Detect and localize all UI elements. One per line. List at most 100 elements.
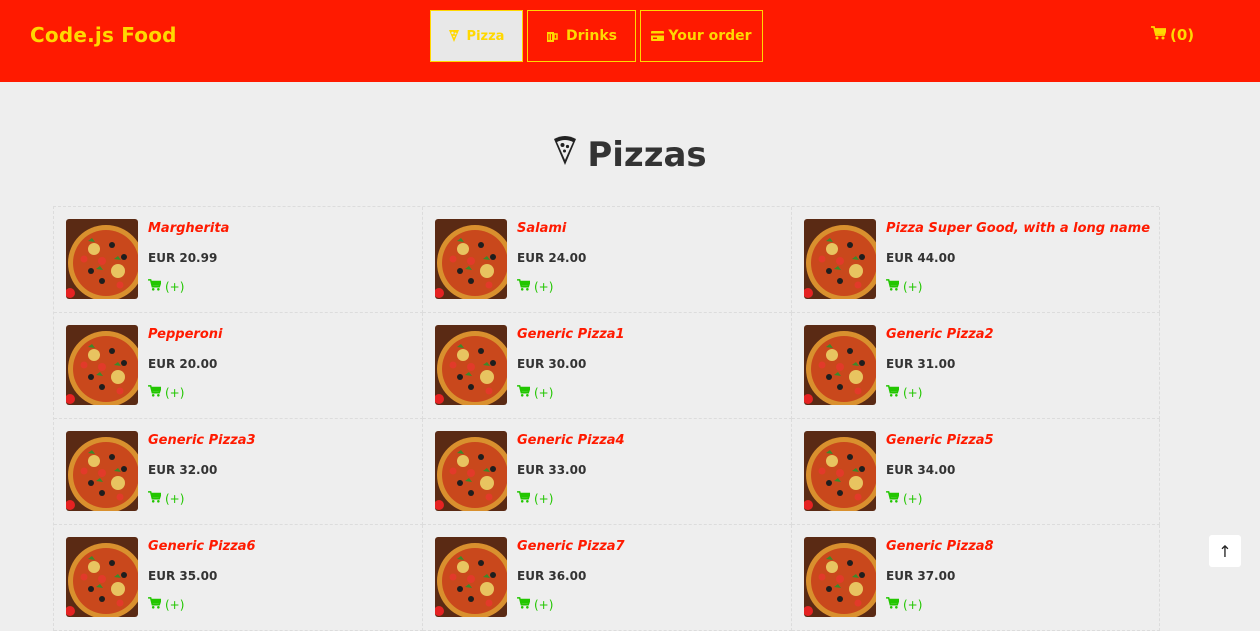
top-navbar: Code.js Food Pizza Drinks Your order (0): [0, 0, 1260, 82]
add-label: (+): [534, 385, 554, 400]
product-price: EUR 35.00: [148, 569, 218, 583]
product-name[interactable]: Generic Pizza3: [148, 433, 256, 448]
product-card: Pepperoni EUR 20.00 (+): [54, 313, 423, 419]
add-label: (+): [165, 491, 185, 506]
add-to-cart-button[interactable]: (+): [517, 279, 553, 294]
product-card: Generic Pizza8 EUR 37.00 (+): [792, 525, 1160, 631]
pizza-slice-icon: [553, 134, 577, 175]
add-label: (+): [165, 279, 185, 294]
add-label: (+): [903, 491, 923, 506]
pizza-image[interactable]: [435, 219, 507, 299]
add-to-cart-button[interactable]: (+): [886, 385, 922, 400]
product-name[interactable]: Pizza Super Good, with a long name: [886, 221, 1150, 236]
scroll-top-button[interactable]: ↑: [1209, 535, 1241, 567]
shopping-cart-icon: [148, 279, 162, 294]
pizza-image[interactable]: [435, 431, 507, 511]
cart-counter[interactable]: (0): [1151, 26, 1194, 44]
add-to-cart-button[interactable]: (+): [886, 491, 922, 506]
product-price: EUR 32.00: [148, 463, 218, 477]
shopping-cart-icon: [886, 491, 900, 506]
pizza-image[interactable]: [66, 325, 138, 405]
add-label: (+): [165, 597, 185, 612]
product-name[interactable]: Margherita: [148, 221, 229, 236]
product-name[interactable]: Generic Pizza6: [148, 539, 256, 554]
beer-mug-icon: [546, 30, 558, 42]
add-to-cart-button[interactable]: (+): [148, 491, 184, 506]
add-label: (+): [165, 385, 185, 400]
pizza-image[interactable]: [804, 219, 876, 299]
product-card: Generic Pizza3 EUR 32.00 (+): [54, 419, 423, 525]
pizza-image[interactable]: [66, 219, 138, 299]
product-name[interactable]: Generic Pizza1: [517, 327, 625, 342]
nav-pizza-label: Pizza: [466, 28, 505, 44]
product-price: EUR 33.00: [517, 463, 587, 477]
pizza-slice-icon: [448, 30, 459, 42]
add-to-cart-button[interactable]: (+): [886, 597, 922, 612]
add-label: (+): [534, 279, 554, 294]
add-label: (+): [534, 491, 554, 506]
shopping-cart-icon: [148, 385, 162, 400]
product-price: EUR 37.00: [886, 569, 956, 583]
product-card: Generic Pizza1 EUR 30.00 (+): [423, 313, 792, 419]
pizza-image[interactable]: [804, 537, 876, 617]
product-price: EUR 31.00: [886, 357, 956, 371]
add-to-cart-button[interactable]: (+): [148, 279, 184, 294]
product-name[interactable]: Generic Pizza4: [517, 433, 625, 448]
product-card: Generic Pizza7 EUR 36.00 (+): [423, 525, 792, 631]
pizza-image[interactable]: [804, 431, 876, 511]
shopping-cart-icon: [886, 597, 900, 612]
product-name[interactable]: Generic Pizza8: [886, 539, 994, 554]
product-price: EUR 36.00: [517, 569, 587, 583]
pizza-image[interactable]: [66, 537, 138, 617]
nav-order-button[interactable]: Your order: [640, 10, 763, 62]
nav-drinks-button[interactable]: Drinks: [527, 10, 636, 62]
product-price: EUR 24.00: [517, 251, 587, 265]
shopping-cart-icon: [1151, 26, 1168, 44]
shopping-cart-icon: [517, 597, 531, 612]
section-heading: Pizzas: [0, 134, 1260, 175]
add-to-cart-button[interactable]: (+): [517, 597, 553, 612]
brand-logo[interactable]: Code.js Food: [30, 23, 177, 47]
product-price: EUR 34.00: [886, 463, 956, 477]
product-name[interactable]: Generic Pizza7: [517, 539, 625, 554]
pizza-image[interactable]: [435, 537, 507, 617]
add-to-cart-button[interactable]: (+): [148, 385, 184, 400]
shopping-cart-icon: [148, 597, 162, 612]
product-card: Salami EUR 24.00 (+): [423, 207, 792, 313]
shopping-cart-icon: [886, 385, 900, 400]
product-name[interactable]: Generic Pizza5: [886, 433, 994, 448]
add-to-cart-button[interactable]: (+): [517, 385, 553, 400]
add-label: (+): [903, 597, 923, 612]
add-label: (+): [903, 385, 923, 400]
add-to-cart-button[interactable]: (+): [148, 597, 184, 612]
shopping-cart-icon: [517, 279, 531, 294]
product-name[interactable]: Generic Pizza2: [886, 327, 994, 342]
shopping-cart-icon: [148, 491, 162, 506]
add-label: (+): [903, 279, 923, 294]
credit-card-icon: [651, 31, 665, 41]
nav-pizza-button[interactable]: Pizza: [430, 10, 523, 62]
shopping-cart-icon: [886, 279, 900, 294]
product-card: Generic Pizza6 EUR 35.00 (+): [54, 525, 423, 631]
product-card: Generic Pizza2 EUR 31.00 (+): [792, 313, 1160, 419]
product-card: Pizza Super Good, with a long name EUR 4…: [792, 207, 1160, 313]
product-price: EUR 20.00: [148, 357, 218, 371]
add-to-cart-button[interactable]: (+): [517, 491, 553, 506]
product-price: EUR 44.00: [886, 251, 956, 265]
shopping-cart-icon: [517, 491, 531, 506]
product-card: Margherita EUR 20.99 (+): [54, 207, 423, 313]
cart-count: (0): [1170, 26, 1195, 44]
product-price: EUR 20.99: [148, 251, 218, 265]
pizza-image[interactable]: [66, 431, 138, 511]
nav-drinks-label: Drinks: [566, 28, 617, 44]
arrow-up-icon: ↑: [1218, 541, 1232, 561]
product-name[interactable]: Salami: [517, 221, 566, 236]
add-label: (+): [534, 597, 554, 612]
product-name[interactable]: Pepperoni: [148, 327, 222, 342]
product-card: Generic Pizza4 EUR 33.00 (+): [423, 419, 792, 525]
nav-order-label: Your order: [668, 28, 752, 44]
product-price: EUR 30.00: [517, 357, 587, 371]
add-to-cart-button[interactable]: (+): [886, 279, 922, 294]
pizza-image[interactable]: [435, 325, 507, 405]
pizza-image[interactable]: [804, 325, 876, 405]
